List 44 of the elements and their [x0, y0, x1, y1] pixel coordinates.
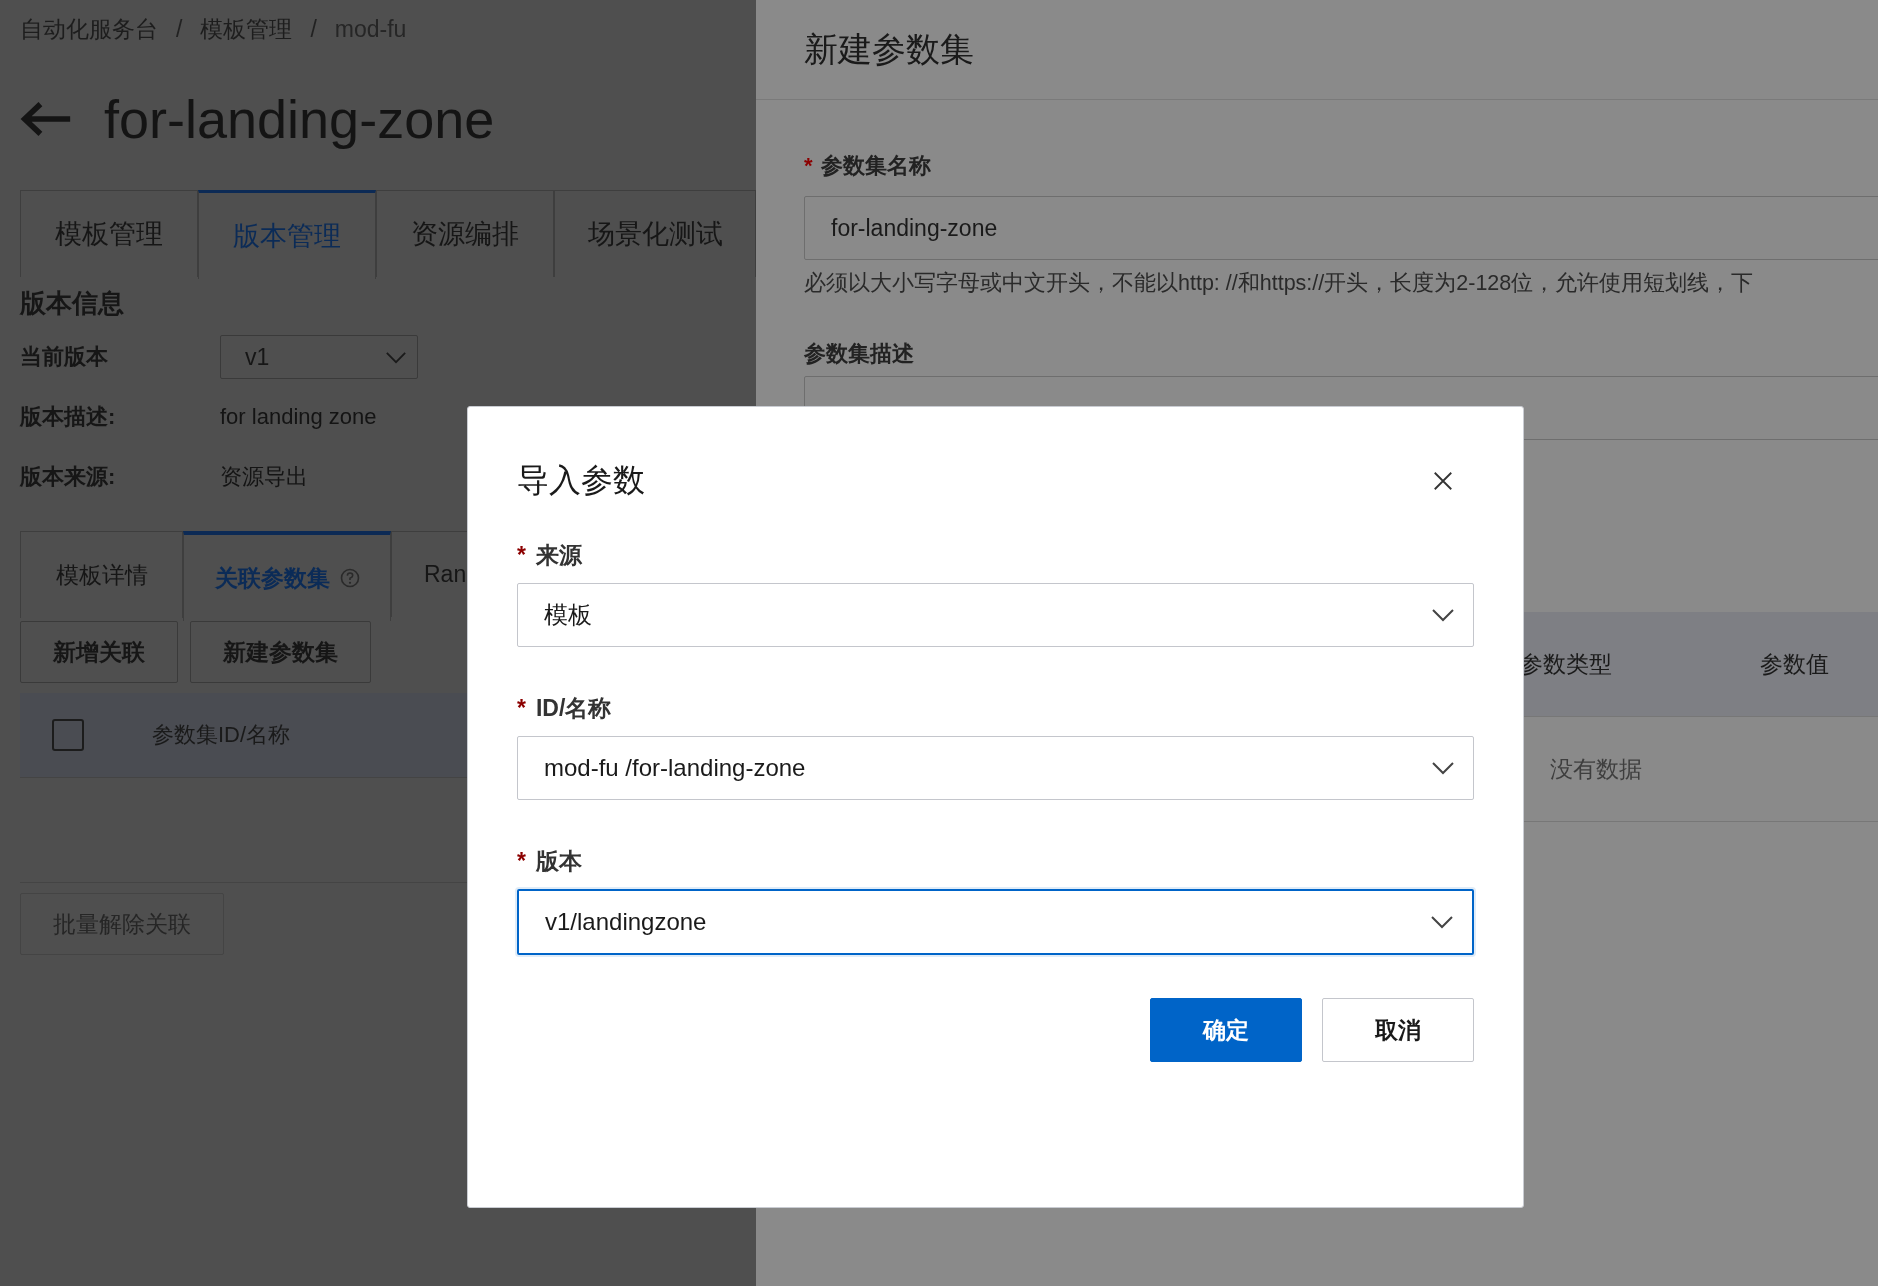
column-header: 参数集ID/名称 — [152, 721, 291, 749]
action-button[interactable]: 新建参数集 — [190, 621, 371, 683]
chevron-down-icon — [1431, 608, 1455, 622]
select-field[interactable]: 模板 — [517, 583, 1474, 647]
tab[interactable]: 模板详情 — [20, 531, 183, 618]
field-label: 版本 — [535, 846, 582, 876]
required-mark: * — [517, 694, 526, 722]
tab[interactable]: 版本管理 — [198, 190, 376, 279]
chevron-down-icon — [1430, 915, 1454, 929]
field-label: ID/名称 — [535, 693, 612, 723]
field-label: 参数集名称 — [820, 152, 931, 180]
close-icon[interactable] — [1432, 470, 1454, 492]
select-field[interactable]: mod-fu /for-landing-zone — [517, 736, 1474, 800]
version-select[interactable]: v1 — [220, 335, 418, 379]
field-label: 来源 — [535, 540, 582, 570]
field-label: 版本描述: — [20, 403, 117, 431]
confirm-button[interactable]: 确定 — [1150, 998, 1302, 1062]
input-field[interactable]: for-landing-zone — [804, 196, 1878, 260]
field-label: 版本来源: — [20, 463, 117, 491]
required-mark: * — [804, 153, 813, 179]
help-text: 必须以大小写字母或中文开头，不能以http: //和https://开头，长度为2-128位，允许使用短划线，下 — [804, 269, 1755, 297]
required-mark: * — [517, 847, 526, 875]
breadcrumb-separator: / — [176, 15, 183, 43]
chevron-down-icon — [385, 350, 407, 364]
cancel-button[interactable]: 取消 — [1322, 998, 1474, 1062]
field-value: for landing zone — [220, 404, 377, 430]
field-value: 资源导出 — [220, 463, 308, 491]
back-arrow-icon — [20, 100, 72, 138]
required-mark: * — [517, 541, 526, 569]
field-label: 当前版本 — [20, 343, 109, 371]
empty-state-text: 没有数据 — [1549, 754, 1642, 784]
page-title: for-landing-zone — [104, 88, 495, 150]
section-heading: 版本信息 — [20, 286, 125, 320]
tab[interactable]: 关联参数集 — [183, 531, 391, 621]
select-field[interactable]: v1/landingzone — [517, 889, 1474, 955]
dialog-title: 导入参数 — [517, 461, 645, 500]
action-button[interactable]: 新增关联 — [20, 621, 178, 683]
drawer-title: 新建参数集 — [756, 0, 1878, 100]
chevron-down-icon — [1431, 761, 1455, 775]
breadcrumb-separator: / — [310, 15, 317, 43]
field-label: 参数集描述 — [804, 340, 914, 368]
select-all-checkbox[interactable] — [52, 719, 84, 751]
tab[interactable]: 资源编排 — [376, 190, 554, 277]
column-header: 参数值 — [1760, 649, 1830, 679]
